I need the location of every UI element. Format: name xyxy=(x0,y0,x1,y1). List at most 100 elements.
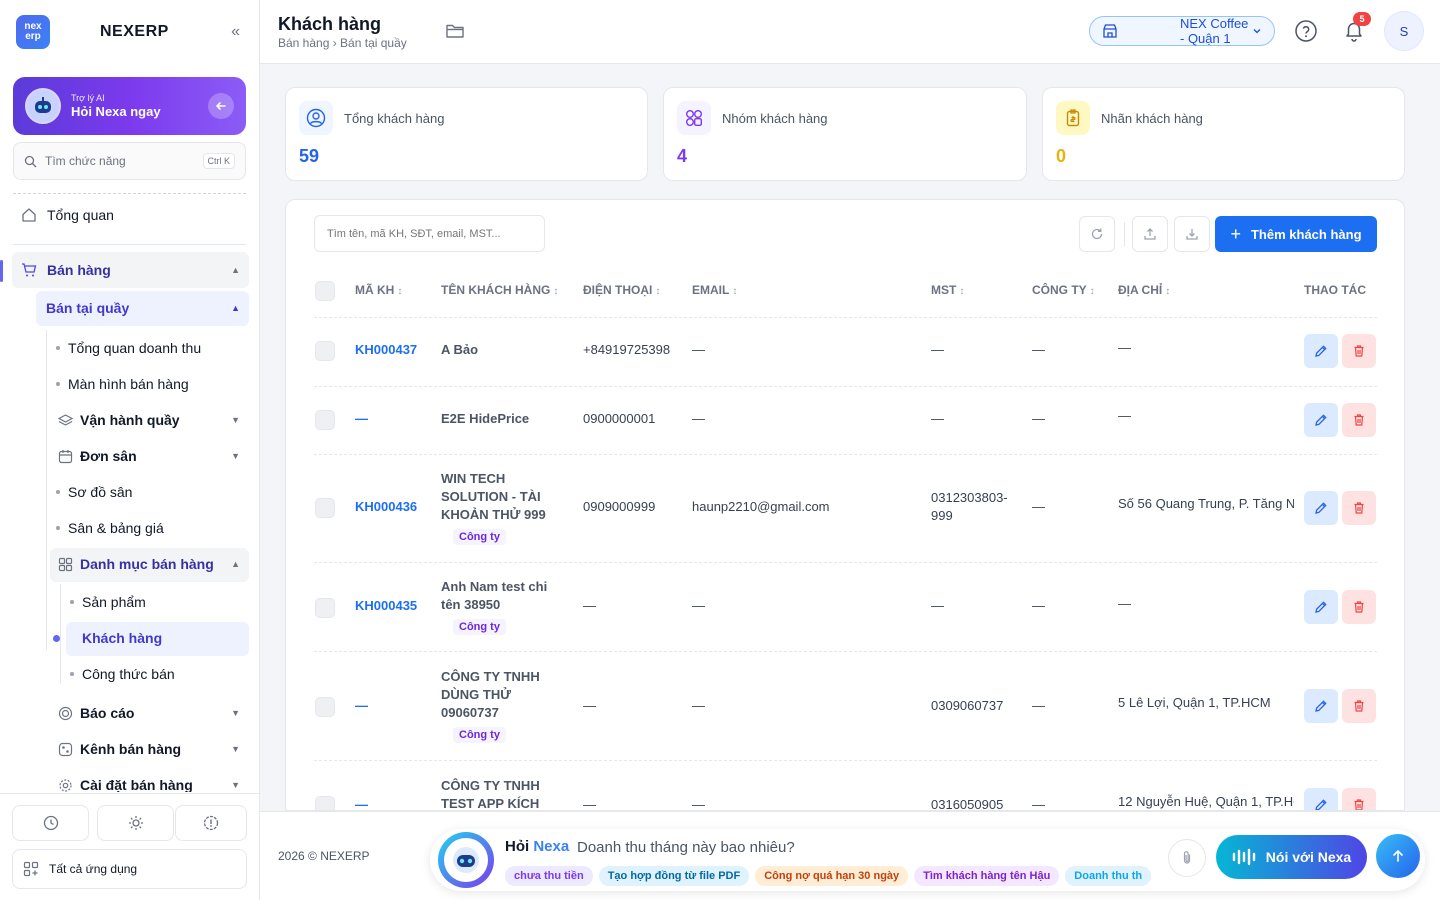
column-header-phone[interactable]: ĐIỆN THOẠI ↕ xyxy=(583,283,660,297)
column-header-code[interactable]: MÃ KH ↕ xyxy=(355,283,402,297)
edit-button[interactable] xyxy=(1304,590,1338,624)
help-icon[interactable] xyxy=(1294,19,1318,43)
upload-icon xyxy=(1143,227,1157,241)
sidebar-item-sales[interactable]: Bán hàng ▲ xyxy=(20,260,240,280)
caret-down-icon: ▼ xyxy=(231,415,240,425)
sidebar-item-sales-screen[interactable]: Màn hình bán hàng xyxy=(56,374,246,394)
all-apps-button[interactable]: Tất cả ứng dụng xyxy=(12,849,247,889)
alert-button[interactable] xyxy=(175,805,247,841)
nexa-question-input[interactable]: Doanh thu tháng này bao nhiêu? xyxy=(577,839,795,856)
customer-mst: 0316050905 xyxy=(931,797,1004,811)
stat-label: Nhãn khách hàng xyxy=(1101,111,1203,126)
customer-code-link[interactable]: KH000437 xyxy=(355,341,417,359)
stat-label: Nhóm khách hàng xyxy=(722,111,828,126)
sidebar-item-overview[interactable]: Tổng quan xyxy=(20,205,240,225)
gear-icon xyxy=(56,776,74,792)
row-checkbox[interactable] xyxy=(315,341,335,361)
history-button[interactable] xyxy=(12,805,89,841)
brand-logo: nex erp xyxy=(16,15,50,49)
suggestion-chip[interactable]: chưa thu tiền xyxy=(505,866,593,886)
attach-button[interactable] xyxy=(1168,839,1206,877)
sidebar-item-label: Công thức bán xyxy=(82,666,175,682)
bullet-icon xyxy=(70,672,74,676)
refresh-button[interactable] xyxy=(1079,216,1115,252)
column-header-name[interactable]: TÊN KHÁCH HÀNG ↕ xyxy=(441,283,558,297)
customer-code-link[interactable]: KH000436 xyxy=(355,498,417,516)
chart-circle-icon xyxy=(56,704,74,722)
pencil-icon xyxy=(1314,600,1328,614)
delete-button[interactable] xyxy=(1342,590,1376,624)
customer-email: haunp2210@gmail.com xyxy=(692,499,830,514)
talk-to-nexa-button[interactable]: Nói với Nexa xyxy=(1216,835,1367,879)
edit-button[interactable] xyxy=(1304,334,1338,368)
sidebar-item-channels[interactable]: Kênh bán hàng ▼ xyxy=(56,739,240,759)
delete-button[interactable] xyxy=(1342,788,1376,810)
feature-search-input[interactable]: Tìm chức năng Ctrl K xyxy=(13,142,246,180)
divider xyxy=(13,193,246,194)
column-header-email[interactable]: EMAIL ↕ xyxy=(692,283,737,297)
sidebar-item-products[interactable]: Sản phẩm xyxy=(70,592,246,612)
home-icon xyxy=(20,206,38,224)
delete-button[interactable] xyxy=(1342,689,1376,723)
ai-assistant-card[interactable]: Trợ lý AI Hỏi Nexa ngay xyxy=(13,77,246,135)
sidebar-item-court-orders[interactable]: Đơn sân ▼ xyxy=(56,446,240,466)
sidebar-item-catalog[interactable]: Danh mục bán hàng ▲ xyxy=(56,554,240,574)
user-avatar[interactable]: S xyxy=(1384,11,1424,51)
customer-code-link[interactable]: — xyxy=(355,796,368,810)
nexa-robot-icon[interactable] xyxy=(438,832,494,888)
row-checkbox[interactable] xyxy=(315,498,335,518)
edit-button[interactable] xyxy=(1304,491,1338,525)
send-button[interactable] xyxy=(1376,834,1420,878)
row-checkbox[interactable] xyxy=(315,598,335,618)
sidebar-item-sales-settings[interactable]: Cài đặt bán hàng ▼ xyxy=(56,775,240,792)
export-button[interactable] xyxy=(1132,216,1168,252)
theme-toggle-button[interactable] xyxy=(97,805,174,841)
column-header-company[interactable]: CÔNG TY ↕ xyxy=(1032,283,1095,297)
suggestion-chip[interactable]: Tạo hợp đồng từ file PDF xyxy=(598,866,750,886)
trash-icon xyxy=(1352,699,1366,713)
customer-code-link[interactable]: — xyxy=(355,410,368,428)
collapse-sidebar-icon[interactable]: « xyxy=(231,23,240,41)
select-all-checkbox[interactable] xyxy=(315,281,335,301)
delete-button[interactable] xyxy=(1342,334,1376,368)
edit-button[interactable] xyxy=(1304,403,1338,437)
customer-code-link[interactable]: — xyxy=(355,697,368,715)
folder-icon[interactable] xyxy=(445,22,465,40)
customer-code-link[interactable]: KH000435 xyxy=(355,597,417,615)
edit-button[interactable] xyxy=(1304,689,1338,723)
row-checkbox[interactable] xyxy=(315,796,335,810)
sidebar-item-court-map[interactable]: Sơ đồ sân xyxy=(56,482,246,502)
customer-search-input[interactable] xyxy=(314,215,545,252)
arrow-left-icon[interactable] xyxy=(208,93,234,119)
customer-company: — xyxy=(1032,598,1045,613)
suggestion-chip[interactable]: Doanh thu th xyxy=(1065,866,1151,886)
customer-mst: 0309060737 xyxy=(931,698,1004,713)
sidebar-item-reports[interactable]: Báo cáo ▼ xyxy=(56,703,240,723)
clock-icon xyxy=(43,815,59,831)
row-checkbox[interactable] xyxy=(315,410,335,430)
column-header-address[interactable]: ĐỊA CHỈ ↕ xyxy=(1118,283,1170,297)
delete-button[interactable] xyxy=(1342,403,1376,437)
edit-button[interactable] xyxy=(1304,788,1338,810)
trash-icon xyxy=(1352,501,1366,515)
store-selector[interactable]: NEX Coffee - Quận 1 xyxy=(1089,16,1275,46)
customer-address: — xyxy=(1118,408,1131,423)
delete-button[interactable] xyxy=(1342,491,1376,525)
add-customer-button[interactable]: + Thêm khách hàng xyxy=(1215,216,1377,252)
row-checkbox[interactable] xyxy=(315,697,335,717)
bullet-icon xyxy=(70,600,74,604)
brand[interactable]: nex erp NEXERP « xyxy=(16,15,246,49)
suggestion-chip[interactable]: Công nợ quá hạn 30 ngày xyxy=(755,866,909,886)
import-button[interactable] xyxy=(1174,216,1210,252)
top-header: Khách hàng Bán hàng › Bán tại quầy NEX C… xyxy=(260,0,1440,64)
column-header-mst[interactable]: MST ↕ xyxy=(931,283,964,297)
breadcrumb[interactable]: Bán hàng › Bán tại quầy xyxy=(278,36,407,50)
sidebar-item-counter-ops[interactable]: Vận hành quầy ▼ xyxy=(56,410,240,430)
sidebar-item-recipes[interactable]: Công thức bán xyxy=(70,664,246,684)
sidebar-item-counter-sales[interactable]: Bán tại quầy ▲ xyxy=(46,298,240,318)
suggestion-chip[interactable]: Tìm khách hàng tên Hậu xyxy=(914,866,1060,886)
stat-value: 59 xyxy=(299,146,320,166)
sidebar-item-revenue-overview[interactable]: Tổng quan doanh thu xyxy=(56,338,246,358)
sidebar-item-customers[interactable]: Khách hàng xyxy=(82,628,242,648)
sidebar-item-courts-pricing[interactable]: Sân & bảng giá xyxy=(56,518,246,538)
